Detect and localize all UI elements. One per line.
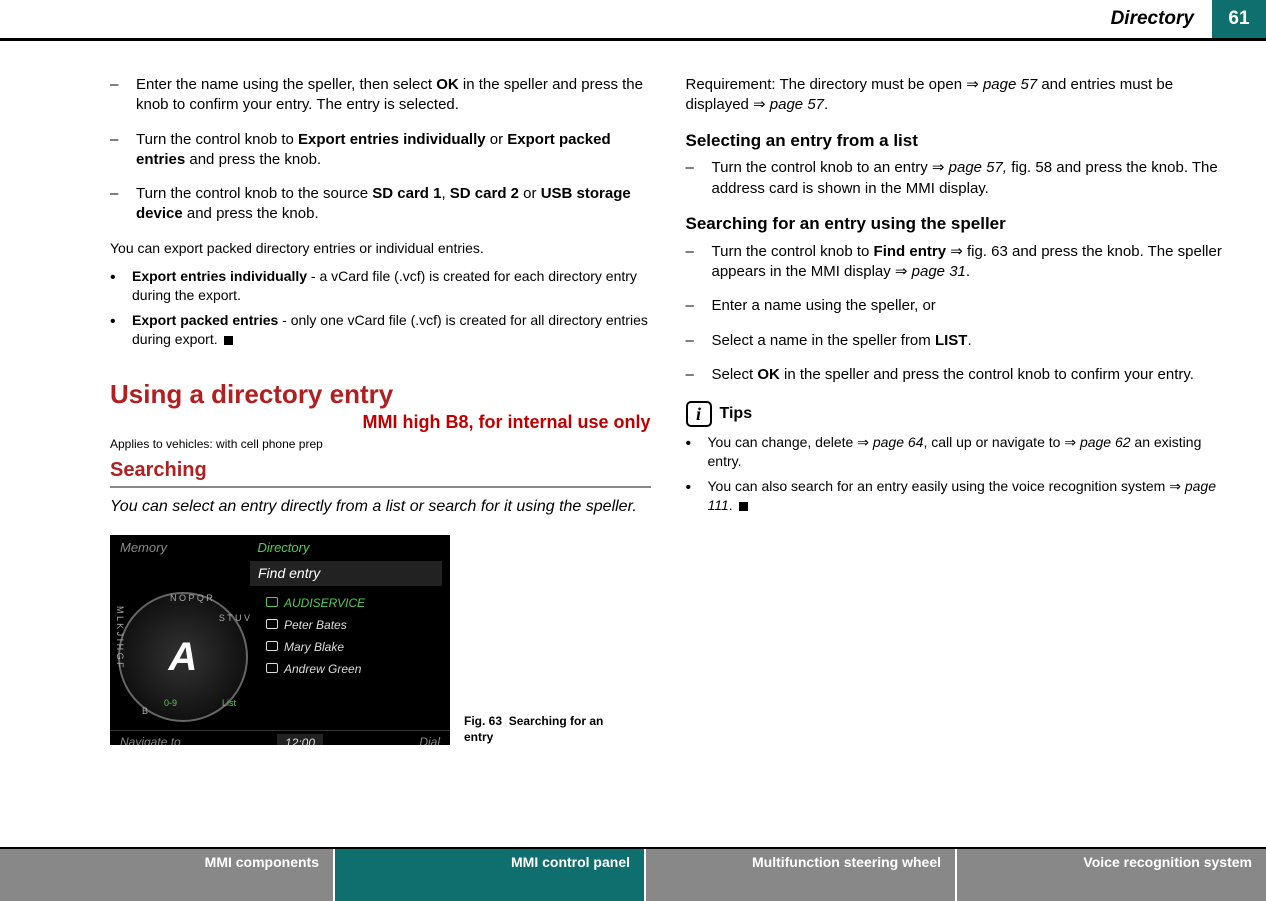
nav-tab-components[interactable]: MMI components — [24, 849, 335, 901]
list-item: Andrew Green — [266, 658, 444, 680]
step-item: – Select OK in the speller and press the… — [686, 365, 1227, 385]
requirement-text: Requirement: The directory must be open … — [686, 75, 1227, 116]
content-area: – Enter the name using the speller, then… — [110, 75, 1226, 821]
mmi-entry-list: AUDISERVICE Peter Bates Mary Blake Andre… — [260, 590, 450, 730]
figure-block: Memory Directory Find entry A N O P Q R … — [110, 535, 651, 745]
mmi-clock: 12:00 — [277, 734, 323, 746]
mmi-nav-label: Navigate to — [120, 734, 181, 746]
mmi-find-entry: Find entry — [250, 561, 442, 586]
intro-text: You can select an entry directly from a … — [110, 496, 651, 518]
heading-1: Using a directory entry — [110, 377, 651, 412]
nav-tab-control-panel[interactable]: MMI control panel — [335, 849, 646, 901]
list-item: AUDISERVICE — [266, 592, 444, 614]
info-icon: i — [686, 401, 712, 427]
bullet-item: • You can change, delete ⇒ page 64, call… — [686, 433, 1227, 471]
phone-icon — [266, 597, 278, 607]
step-item: – Enter a name using the speller, or — [686, 296, 1227, 316]
heading-3: Selecting an entry from a list — [686, 130, 1227, 153]
nav-tab-voice-recognition[interactable]: Voice recognition system — [957, 849, 1266, 901]
watermark-text: MMI high B8, for internal use only — [110, 410, 651, 434]
bottom-navigation: MMI components MMI control panel Multifu… — [0, 847, 1266, 901]
page-number: 61 — [1212, 0, 1266, 38]
figure-caption: Fig. 63 Searching for an entry — [464, 713, 614, 745]
step-item: – Select a name in the speller from LIST… — [686, 331, 1227, 351]
bullet-item: • Export packed entries - only one vCard… — [110, 311, 651, 349]
nav-tab-steering-wheel[interactable]: Multifunction steering wheel — [646, 849, 957, 901]
step-item: – Turn the control knob to an entry ⇒ pa… — [686, 158, 1227, 199]
mmi-screenshot: Memory Directory Find entry A N O P Q R … — [110, 535, 450, 745]
paragraph: You can export packed directory entries … — [110, 239, 651, 258]
step-item: – Turn the control knob to the source SD… — [110, 184, 651, 225]
mmi-memory-label: Memory — [120, 539, 167, 557]
list-item: Peter Bates — [266, 614, 444, 636]
heading-2: Searching — [110, 457, 651, 488]
bullet-item: • You can also search for an entry easil… — [686, 477, 1227, 515]
header-divider — [0, 38, 1266, 41]
applies-note: Applies to vehicles: with cell phone pre… — [110, 436, 651, 452]
phone-icon — [266, 641, 278, 651]
step-item: – Enter the name using the speller, then… — [110, 75, 651, 116]
section-title: Directory — [1111, 0, 1212, 38]
phone-icon — [266, 663, 278, 673]
mmi-dial-label: Dial — [419, 734, 440, 746]
phone-icon — [266, 619, 278, 629]
end-mark-icon — [224, 336, 233, 345]
left-column: – Enter the name using the speller, then… — [110, 75, 651, 821]
mmi-directory-label: Directory — [257, 539, 309, 557]
bullet-item: • Export entries individually - a vCard … — [110, 267, 651, 305]
mmi-speller-wheel: A N O P Q R S T U V M L K J I H G F B 0-… — [110, 590, 260, 730]
step-item: – Turn the control knob to Find entry ⇒ … — [686, 242, 1227, 283]
right-column: Requirement: The directory must be open … — [686, 75, 1227, 821]
tips-header: i Tips — [686, 401, 1227, 427]
list-item: Mary Blake — [266, 636, 444, 658]
page-header: Directory 61 — [1111, 0, 1266, 38]
end-mark-icon — [739, 502, 748, 511]
heading-3: Searching for an entry using the speller — [686, 213, 1227, 236]
step-item: – Turn the control knob to Export entrie… — [110, 130, 651, 171]
